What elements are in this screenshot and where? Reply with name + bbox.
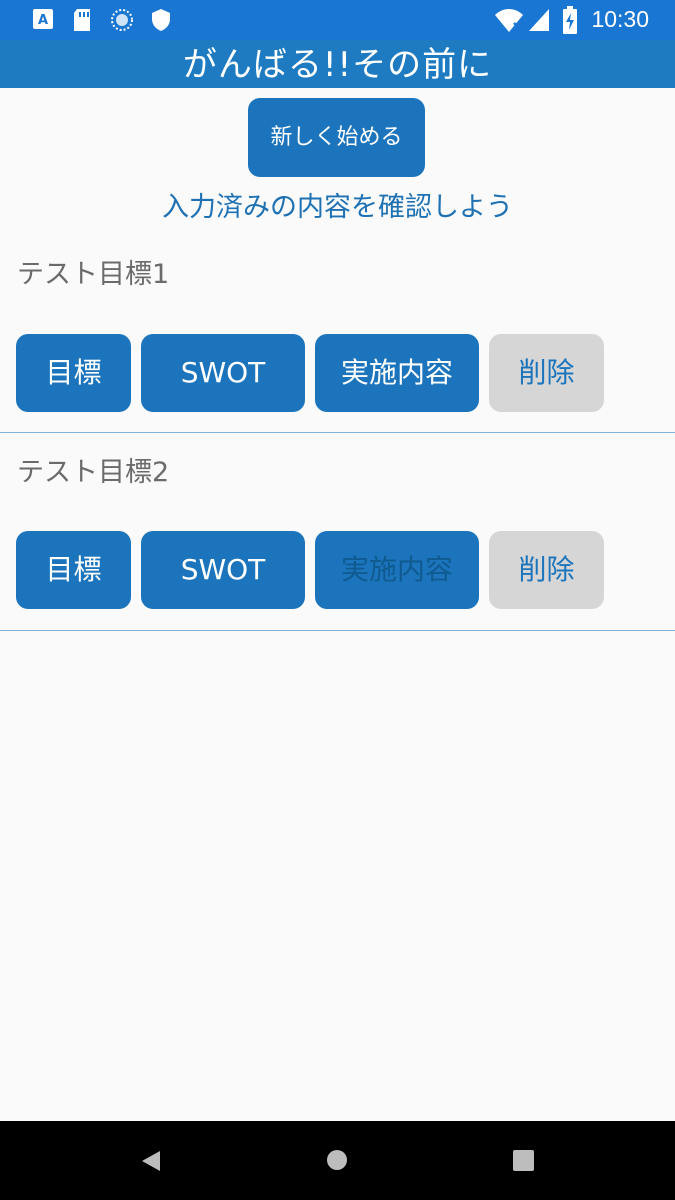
shield-icon — [152, 9, 170, 31]
divider — [0, 630, 675, 631]
sd-card-icon — [74, 9, 90, 31]
a-box-icon: A — [33, 9, 53, 29]
goal-button[interactable]: 目標 — [16, 334, 131, 412]
goal-button[interactable]: 目標 — [16, 531, 131, 609]
review-subtitle: 入力済みの内容を確認しよう — [162, 192, 513, 223]
signal-icon — [529, 9, 549, 31]
back-icon[interactable] — [140, 1149, 162, 1173]
home-icon[interactable] — [326, 1149, 348, 1171]
battery-icon — [563, 6, 577, 34]
plan-button[interactable]: 実施内容 — [315, 334, 479, 412]
delete-button[interactable]: 削除 — [489, 531, 604, 609]
wifi-icon — [495, 9, 523, 32]
plan-button-disabled: 実施内容 — [315, 531, 479, 609]
delete-button[interactable]: 削除 — [489, 334, 604, 412]
navigation-bar — [0, 1121, 675, 1200]
swot-button[interactable]: SWOT — [141, 334, 305, 412]
divider — [0, 432, 675, 433]
goal-title: テスト目標1 — [17, 259, 170, 290]
app-title: がんばる!!その前に — [182, 45, 493, 85]
svg-text:A: A — [38, 13, 48, 28]
goal-title: テスト目標2 — [17, 457, 170, 488]
recents-icon[interactable] — [513, 1150, 534, 1171]
status-bar: A 10:30 — [0, 0, 675, 40]
swot-button[interactable]: SWOT — [141, 531, 305, 609]
app-title-bar: がんばる!!その前に — [0, 40, 675, 88]
sync-circle-icon — [111, 9, 133, 31]
start-new-button[interactable]: 新しく始める — [248, 98, 425, 177]
status-time: 10:30 — [591, 6, 649, 32]
